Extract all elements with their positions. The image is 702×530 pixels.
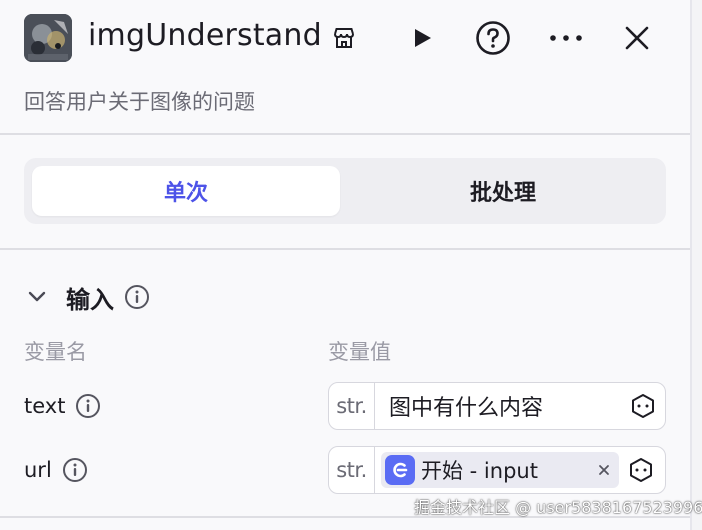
variable-name-label: url — [24, 458, 52, 482]
plugin-logo — [24, 14, 72, 62]
variable-name-url: url — [24, 456, 88, 484]
plugin-title: imgUnderstand — [88, 18, 322, 53]
info-icon[interactable] — [124, 284, 150, 310]
tabs-divider — [0, 248, 690, 250]
plugin-description: 回答用户关于图像的问题 — [24, 90, 255, 114]
tab-batch[interactable]: 批处理 — [348, 166, 658, 216]
help-button[interactable] — [474, 19, 512, 57]
close-icon — [625, 26, 649, 50]
type-badge: str. — [329, 447, 375, 493]
url-value-field[interactable]: str. 开始 - input — [328, 446, 666, 494]
canvas-background — [692, 0, 702, 530]
variable-reference-icon[interactable] — [619, 447, 663, 493]
column-header-value: 变量值 — [328, 340, 391, 364]
text-value-field[interactable]: str. 图中有什么内容 — [328, 382, 666, 430]
watermark: 掘金技术社区 @ user5838167523996 — [414, 498, 702, 517]
close-button[interactable] — [618, 20, 656, 56]
type-badge: str. — [329, 383, 375, 429]
column-header-name: 变量名 — [24, 340, 87, 364]
node-test-panel: imgUnderstand 回答用户关于图像的问题 单次 批处理 输入 变量名 … — [0, 0, 690, 530]
info-icon[interactable] — [62, 457, 88, 483]
tab-single[interactable]: 单次 — [32, 166, 340, 216]
more-icon — [550, 35, 582, 41]
play-icon — [415, 29, 431, 47]
panel-header: imgUnderstand 回答用户关于图像的问题 — [0, 0, 690, 134]
more-button[interactable] — [546, 20, 586, 56]
header-divider — [0, 133, 690, 135]
start-node-icon — [385, 455, 415, 485]
clear-icon[interactable] — [589, 464, 619, 476]
reference-label: 开始 - input — [421, 459, 538, 483]
variable-name-text: text — [24, 392, 101, 420]
input-section-header[interactable]: 输入 — [24, 280, 150, 314]
help-icon — [476, 21, 510, 55]
input-section-title: 输入 — [66, 285, 114, 314]
variable-name-label: text — [24, 394, 66, 418]
mode-tabs: 单次 批处理 — [24, 158, 666, 224]
run-button[interactable] — [404, 20, 440, 56]
variable-reference-icon[interactable] — [621, 383, 665, 429]
chevron-down-icon[interactable] — [24, 284, 50, 310]
plugin-store-icon[interactable] — [330, 24, 358, 52]
variable-reference-chip[interactable]: 开始 - input — [381, 452, 619, 488]
text-value-input[interactable]: 图中有什么内容 — [375, 390, 621, 422]
info-icon[interactable] — [75, 393, 101, 419]
